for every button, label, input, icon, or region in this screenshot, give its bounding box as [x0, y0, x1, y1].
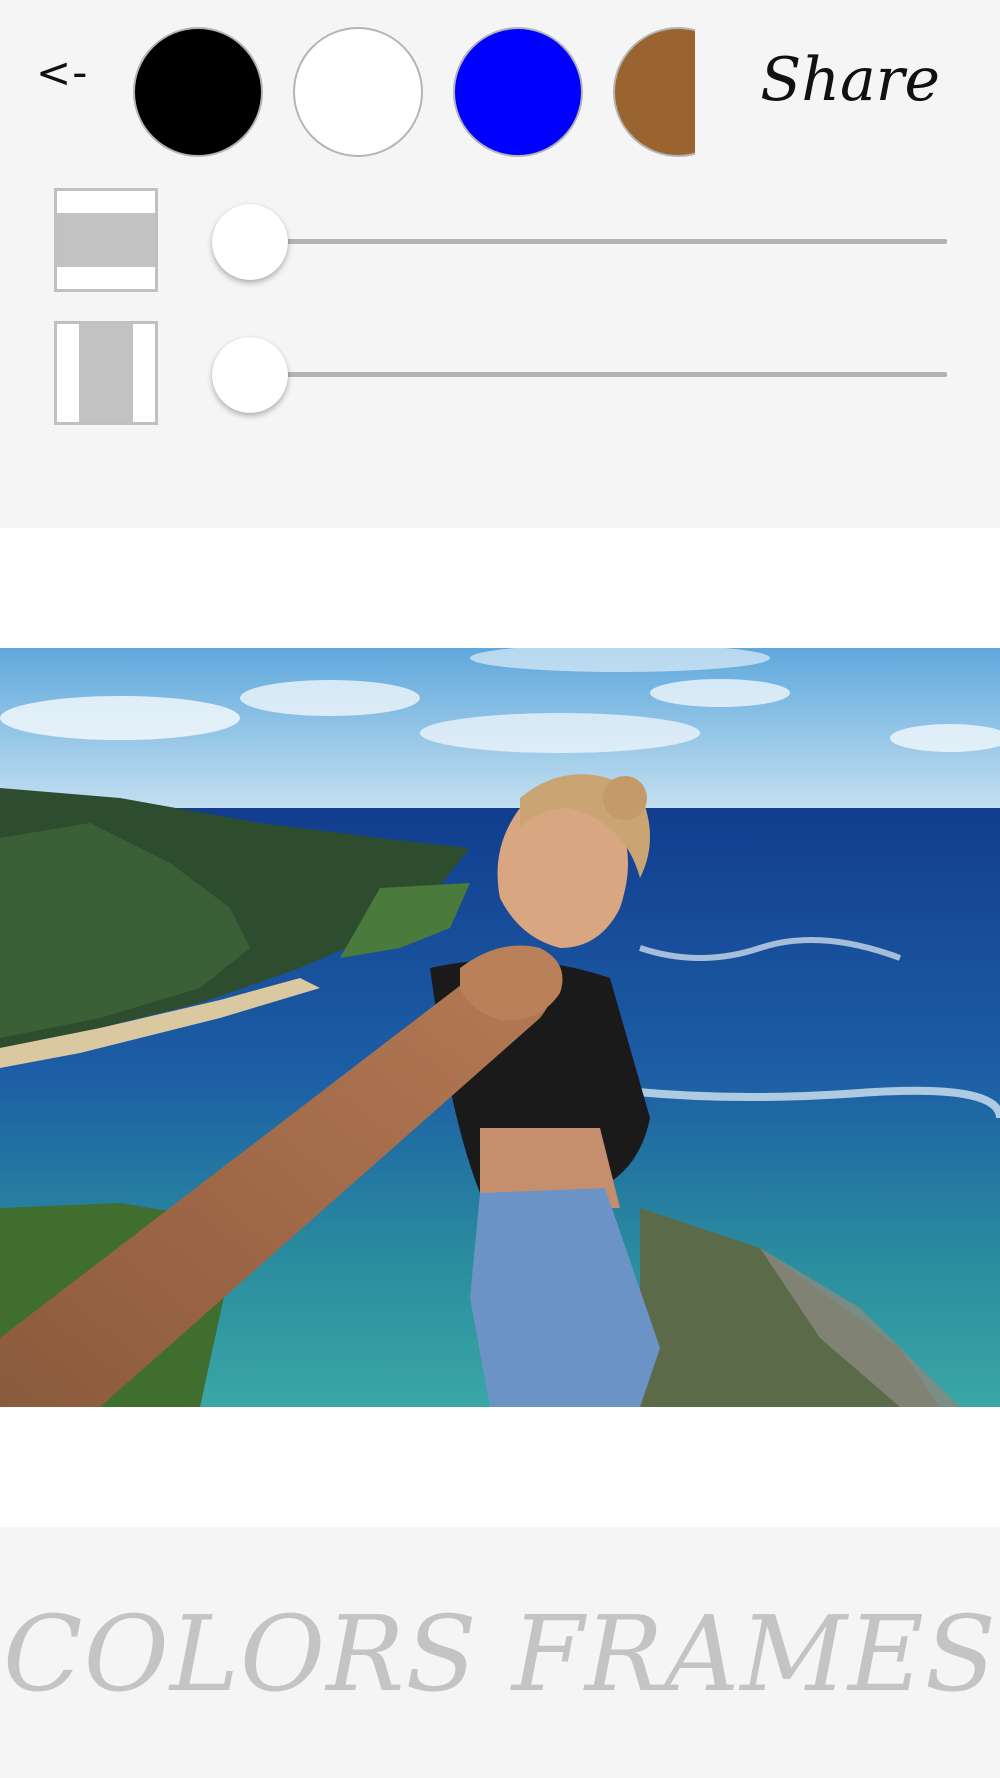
slider-thumb[interactable] — [212, 204, 288, 280]
slider-thumb[interactable] — [212, 337, 288, 413]
color-swatch-black[interactable] — [133, 27, 263, 157]
vertical-frame-slider[interactable] — [212, 335, 947, 415]
horizontal-frame-slider[interactable] — [212, 202, 947, 282]
back-button[interactable]: <- — [36, 52, 88, 94]
brand-footer: COLORS FRAMES — [0, 1527, 1000, 1778]
vertical-frame-icon — [54, 321, 158, 425]
color-swatch-blue[interactable] — [453, 27, 583, 157]
slider-track[interactable] — [232, 372, 947, 377]
color-swatch-list[interactable] — [130, 26, 695, 162]
toolbar: <- Share — [0, 0, 1000, 528]
horizontal-frame-icon — [54, 188, 158, 292]
app-title: COLORS FRAMES — [3, 1593, 997, 1715]
color-swatch-white[interactable] — [293, 27, 423, 157]
share-button[interactable]: Share — [760, 50, 940, 110]
photo — [0, 648, 1000, 1407]
color-swatch-brown[interactable] — [613, 27, 695, 157]
slider-track[interactable] — [232, 239, 947, 244]
frame-canvas — [0, 528, 1000, 1527]
